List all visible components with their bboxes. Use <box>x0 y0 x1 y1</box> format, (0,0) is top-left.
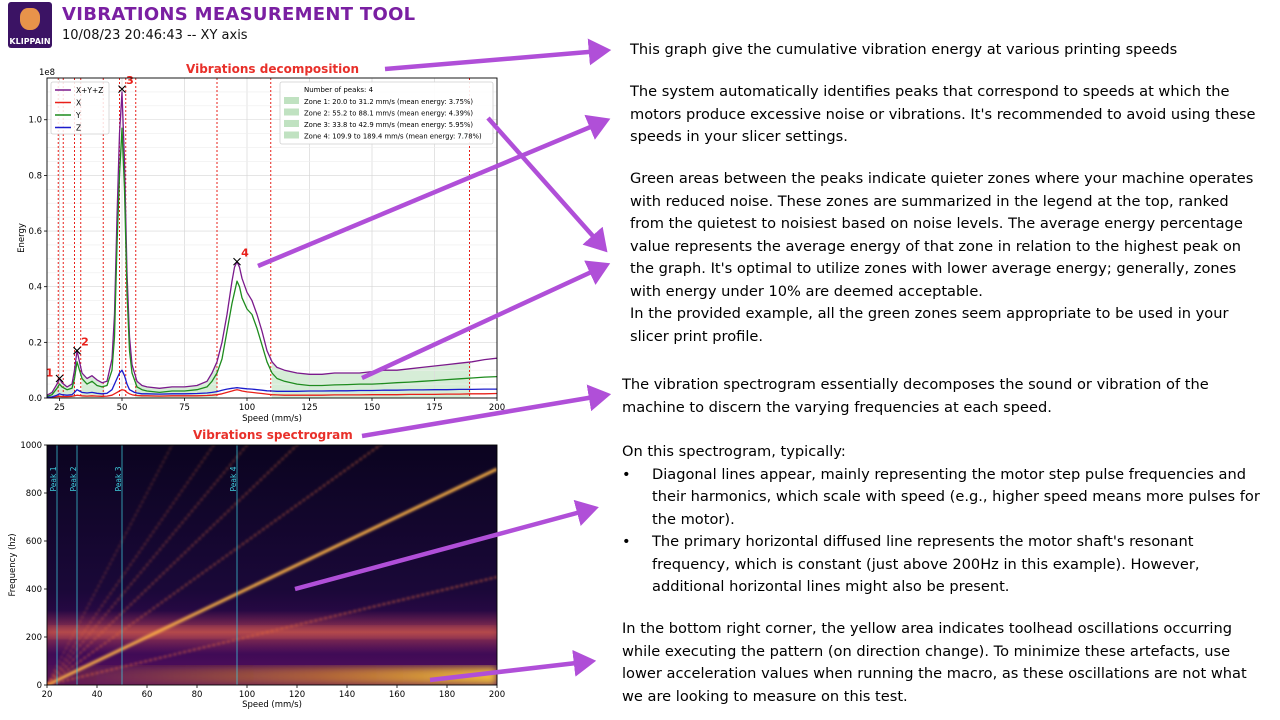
y-tick-label: 200 <box>26 633 42 643</box>
annotation-arrow <box>384 38 612 72</box>
peak-label: 4 <box>241 247 249 260</box>
peak-line-label: Peak 1 <box>49 466 58 491</box>
x-axis-label: Speed (mm/s) <box>242 700 302 710</box>
annotation-zones: Green areas between the peaks indicate q… <box>630 168 1265 348</box>
peak-label: 2 <box>81 336 89 349</box>
x-tick-label: 150 <box>364 403 380 413</box>
annotation-arrow <box>486 116 608 253</box>
y-tick-label: 0.6 <box>28 227 42 237</box>
decomposition-title: Vibrations decomposition <box>186 62 360 76</box>
peak-marker <box>233 257 241 266</box>
y-tick-label: 800 <box>26 489 42 499</box>
x-tick-label: 75 <box>179 403 190 413</box>
x-tick-label: 100 <box>239 403 255 413</box>
x-tick-label: 50 <box>117 403 128 413</box>
y-tick-label: 1000 <box>20 441 42 451</box>
peak-label: 3 <box>126 74 134 87</box>
zone-legend-swatch <box>284 120 299 127</box>
legend-label: X <box>76 99 81 108</box>
x-tick-label: 175 <box>426 403 442 413</box>
bullet-diagonal-text: Diagonal lines appear, mainly representi… <box>652 465 1260 528</box>
zone-legend-label: Zone 2: 55.2 to 88.1 mm/s (mean energy: … <box>304 110 473 118</box>
zone-legend-label: Zone 1: 20.0 to 31.2 mm/s (mean energy: … <box>304 98 473 106</box>
legend-label: Y <box>75 111 81 120</box>
x-tick-label: 200 <box>489 690 505 700</box>
x-tick-label: 125 <box>301 403 317 413</box>
zone-legend-swatch <box>284 108 299 116</box>
bullet-horizontal-line: • The primary horizontal diffused line re… <box>622 531 1262 599</box>
y-tick-label: 1.0 <box>28 116 42 126</box>
zone-legend-swatch <box>284 131 299 139</box>
y-tick-label: 0.2 <box>28 338 42 348</box>
x-tick-label: 80 <box>192 690 203 700</box>
annotation-graph-intro: This graph give the cumulative vibration… <box>630 41 1178 58</box>
zone-area <box>135 360 218 398</box>
bullet-icon: • <box>622 533 631 550</box>
resonance-core <box>47 626 497 639</box>
peak-line-label: Peak 3 <box>114 466 123 491</box>
zone-legend-swatch <box>284 97 299 104</box>
spectrogram-title: Vibrations spectrogram <box>193 428 353 442</box>
zones-legend-header: Number of peaks: 4 <box>304 86 374 94</box>
x-tick-label: 40 <box>92 690 103 700</box>
x-tick-label: 140 <box>339 690 355 700</box>
x-axis-label: Speed (mm/s) <box>242 414 302 424</box>
legend-label: Z <box>76 124 81 133</box>
y-scale-label: 1e8 <box>39 68 55 78</box>
x-tick-label: 120 <box>289 690 305 700</box>
zones-legend: Number of peaks: 4 Zone 1: 20.0 to 31.2 m… <box>279 81 494 145</box>
x-tick-label: 180 <box>439 690 455 700</box>
legend-label: X+Y+Z <box>76 86 103 95</box>
x-tick-label: 25 <box>54 403 65 413</box>
annotation-arrow <box>361 260 611 381</box>
annotation-bullets: • Diagonal lines appear, mainly represent… <box>622 464 1262 599</box>
y-tick-label: 0 <box>37 681 42 691</box>
y-axis-label: Frequency (hz) <box>8 533 18 596</box>
bullet-icon: • <box>622 465 631 483</box>
annotation-zones-text: Green areas between the peaks indicate q… <box>630 170 1254 300</box>
bullet-horizontal-text: The primary horizontal diffused line rep… <box>652 533 1200 595</box>
annotation-arrow <box>361 384 612 439</box>
y-tick-label: 0.8 <box>28 171 42 181</box>
annotation-spectrogram-list: On this spectrogram, typically: • Diagona… <box>622 441 1262 599</box>
y-tick-label: 0.4 <box>28 283 42 293</box>
zone-legend-label: Zone 4: 109.9 to 189.4 mm/s (mean energy… <box>304 133 482 141</box>
annotation-zones-example: In the provided example, all the green z… <box>630 305 1229 345</box>
y-tick-label: 600 <box>26 537 42 547</box>
annotation-spectrogram: The vibration spectrogram essentially de… <box>622 376 1209 416</box>
oscillation-glow <box>47 667 497 685</box>
y-tick-label: 400 <box>26 585 42 595</box>
peak-line-label: Peak 4 <box>229 466 238 491</box>
y-axis-label: Energy <box>17 223 27 253</box>
annotation-list-intro: On this spectrogram, typically: <box>622 443 846 460</box>
y-tick-label: 0.0 <box>28 394 42 404</box>
annotation-peaks: The system automatically identifies peak… <box>630 83 1256 145</box>
series-legend: X+Y+Z XYZ <box>50 81 110 135</box>
zone-legend-label: Zone 3: 33.8 to 42.9 mm/s (mean energy: … <box>304 121 473 129</box>
bullet-diagonal-lines: • Diagonal lines appear, mainly represent… <box>622 464 1262 532</box>
annotation-oscillations: In the bottom right corner, the yellow a… <box>622 620 1247 705</box>
x-tick-label: 160 <box>389 690 405 700</box>
vibrations-decomposition-chart: 123425 50 75 100 125 150 175 2000.00.20.40.60.8… <box>17 68 505 424</box>
x-tick-label: 20 <box>42 690 53 700</box>
x-tick-label: 100 <box>239 690 255 700</box>
peak-line-label: Peak 2 <box>69 466 78 491</box>
x-tick-label: 60 <box>142 690 153 700</box>
